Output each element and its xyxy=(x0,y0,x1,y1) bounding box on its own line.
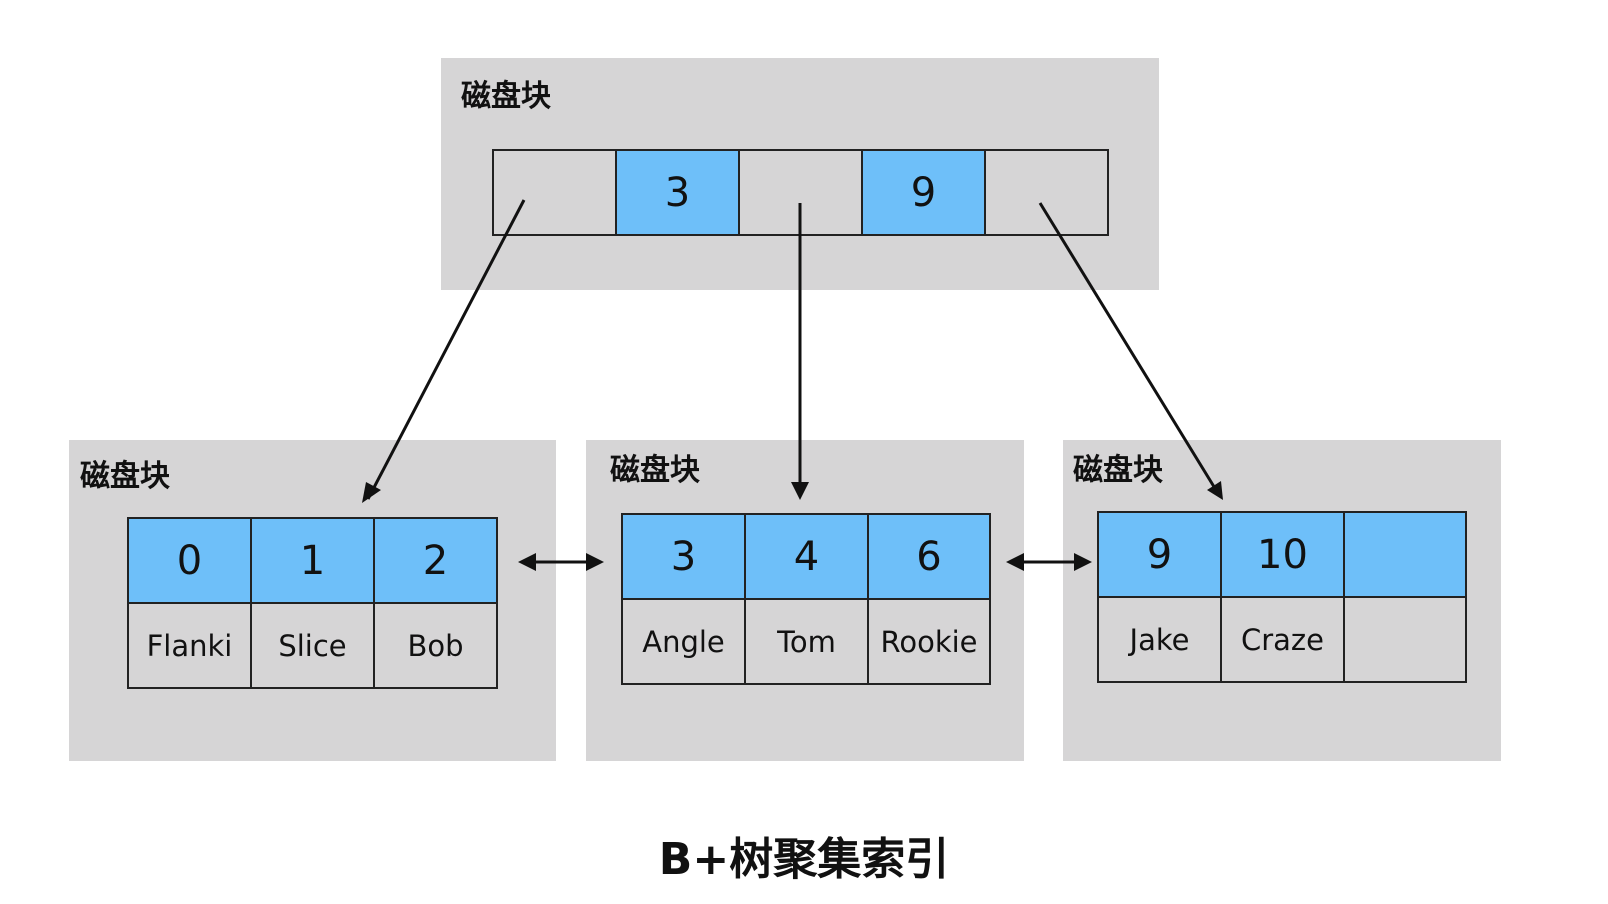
leaf-3-key-cell: 10 xyxy=(1220,511,1345,598)
root-pointer-cell-1 xyxy=(738,149,863,236)
leaf-1-key-cell: 2 xyxy=(373,517,498,604)
leaf-2-value-cell: Rookie xyxy=(867,598,991,685)
leaf-1-key-cell: 0 xyxy=(127,517,252,604)
leaf-2-value-cell: Angle xyxy=(621,598,746,685)
leaf-1-value-cell: Slice xyxy=(250,602,375,689)
leaf-1-block-label: 磁盘块 xyxy=(80,459,170,494)
leaf-3-value-cell: Craze xyxy=(1220,596,1345,683)
leaf-2-block-label: 磁盘块 xyxy=(610,453,700,488)
root-pointer-cell-0 xyxy=(492,149,617,236)
leaf-3-key-cell xyxy=(1343,511,1467,598)
leaf-3-block-label: 磁盘块 xyxy=(1073,453,1163,488)
leaf-1-value-cell: Flanki xyxy=(127,602,252,689)
leaf-3-value-cell xyxy=(1343,596,1467,683)
leaf-3-key-cell: 9 xyxy=(1097,511,1222,598)
leaf-2-value-cell: Tom xyxy=(744,598,869,685)
leaf-2-key-cell: 6 xyxy=(867,513,991,600)
leaf-2-key-cell: 4 xyxy=(744,513,869,600)
root-block-label: 磁盘块 xyxy=(461,79,551,114)
leaf-1-value-cell: Bob xyxy=(373,602,498,689)
root-pointer-cell-2 xyxy=(984,149,1109,236)
leaf-2-key-cell: 3 xyxy=(621,513,746,600)
leaf-3-value-cell: Jake xyxy=(1097,596,1222,683)
leaf-1-key-cell: 1 xyxy=(250,517,375,604)
root-key-cell-9: 9 xyxy=(861,149,986,236)
diagram-caption: B+树聚集索引 xyxy=(658,834,950,885)
root-key-cell-3: 3 xyxy=(615,149,740,236)
